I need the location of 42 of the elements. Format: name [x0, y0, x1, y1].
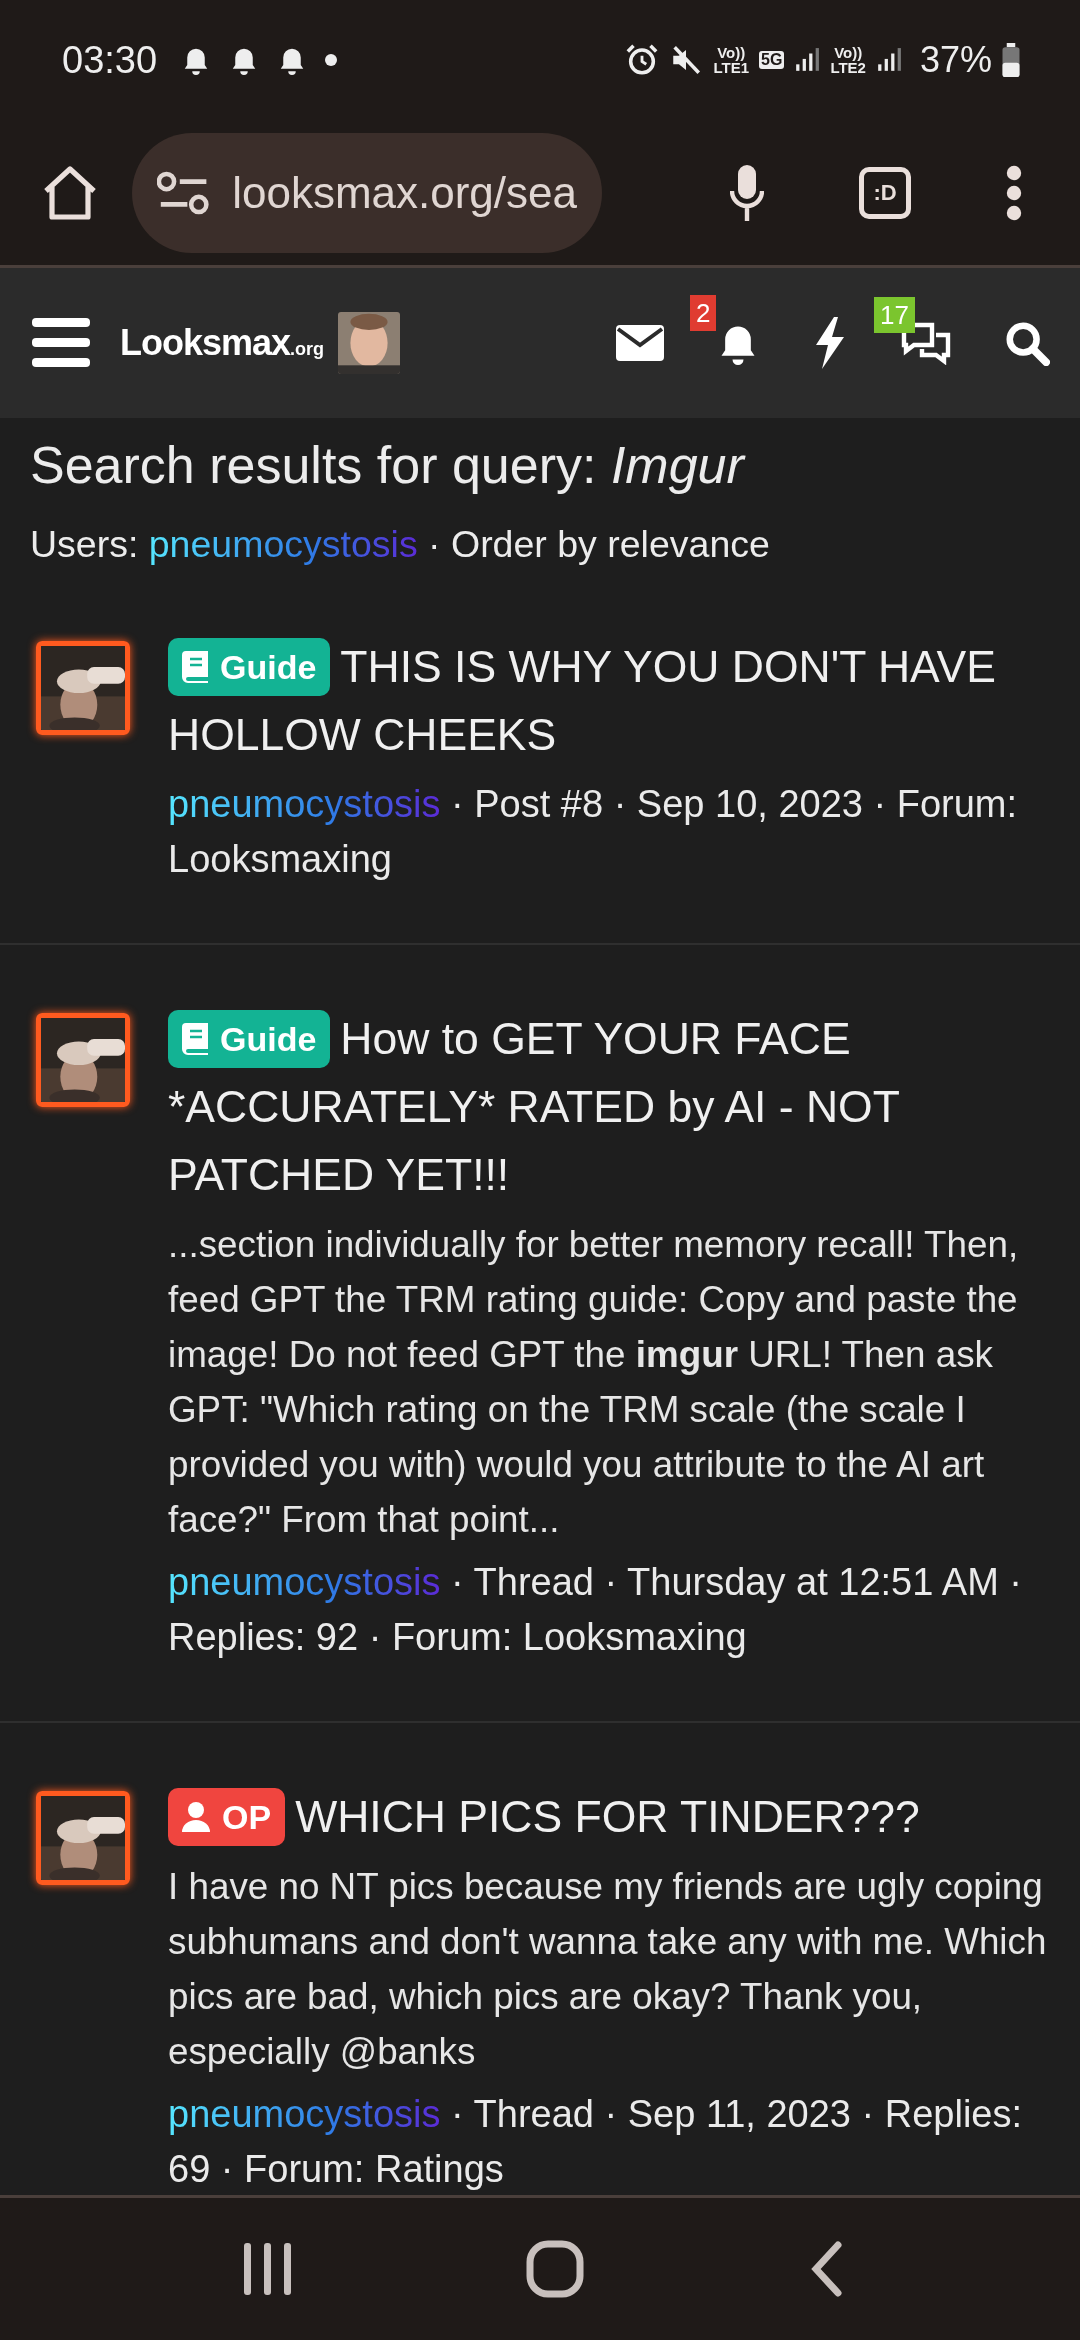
search-filters: Users: pneumocystosis · Order by relevance	[30, 522, 771, 568]
result-snippet: I have no NT pics because my friends are ugly coping subhumans and don't wanna take any with me. Which pics are bad, which pics are okay? Thank you, especially @banks	[168, 1864, 1048, 2074]
site-logo[interactable]: Looksmax.org	[120, 316, 325, 370]
envelope-icon	[616, 325, 664, 361]
prefix-label: OP	[168, 1787, 286, 1846]
volte-label: Vo)) LTE1	[713, 45, 750, 75]
result-title[interactable]: Guide THIS IS WHY YOU DON'T HAVE HOLLOW CHEEKS	[168, 632, 1050, 769]
result-snippet: ...section individually for better memory recall! Then, feed GPT the TRM rating guide: Copy and paste the image! Do not feed GPT the imgur URL! Then ask GPT: "Which rating on the TRM scale (the scale I provided you with) would you attribute to the AI art face?" From that point...	[168, 1222, 1020, 1542]
signal-icon	[794, 46, 821, 74]
result-meta: pneumocystosis · Thread · Sep 11, 2023 · Replies: 69 · Forum: Ratings	[168, 2091, 1024, 2192]
alerts-button[interactable]: 2	[690, 295, 760, 367]
microphone-button[interactable]	[730, 162, 764, 223]
home-button[interactable]	[525, 2239, 585, 2299]
page-title: Search results for query: Imgur	[30, 435, 747, 496]
search-button[interactable]	[1004, 320, 1050, 366]
network-type: 5G	[759, 51, 785, 69]
dot-icon	[325, 54, 338, 66]
prefix-label: Guide	[168, 637, 331, 696]
volte-label: Vo)) LTE2	[830, 45, 866, 75]
person-icon	[182, 1801, 210, 1832]
clock-time: 03:30	[62, 37, 158, 83]
prefix-label: Guide	[168, 1009, 331, 1068]
more-options-button[interactable]	[1006, 164, 1022, 221]
count-badge: 2	[690, 295, 717, 331]
account-avatar[interactable]	[338, 312, 401, 374]
count-badge: 17	[874, 297, 915, 333]
signal-icon	[875, 46, 902, 74]
alarm-clock-icon	[625, 43, 660, 77]
battery-icon	[1002, 43, 1020, 77]
messages-button[interactable]	[616, 325, 664, 361]
result-title[interactable]: OP WHICH PICS FOR TINDER???	[168, 1782, 1050, 1851]
book-icon	[182, 1022, 208, 1055]
book-icon	[182, 650, 208, 683]
address-bar[interactable]: looksmax.org/sea	[132, 132, 602, 253]
result-meta: pneumocystosis · Thread · Thursday at 12:51 AM · Replies: 92 · Forum: Looksmaxing	[168, 1559, 1023, 1660]
tab-switcher-button[interactable]: :D	[859, 166, 911, 219]
battery-percent: 37%	[919, 38, 992, 82]
result-meta: pneumocystosis · Post #8 · Sep 10, 2023 · Forum: Looksmaxing	[168, 781, 1019, 882]
search-icon	[1004, 320, 1050, 366]
site-settings-icon	[157, 170, 211, 215]
menu-button[interactable]	[32, 318, 90, 368]
result-title[interactable]: Guide How to GET YOUR FACE *ACCURATELY* RATED by AI - NOT PATCHED YET!!!	[168, 1004, 1050, 1209]
